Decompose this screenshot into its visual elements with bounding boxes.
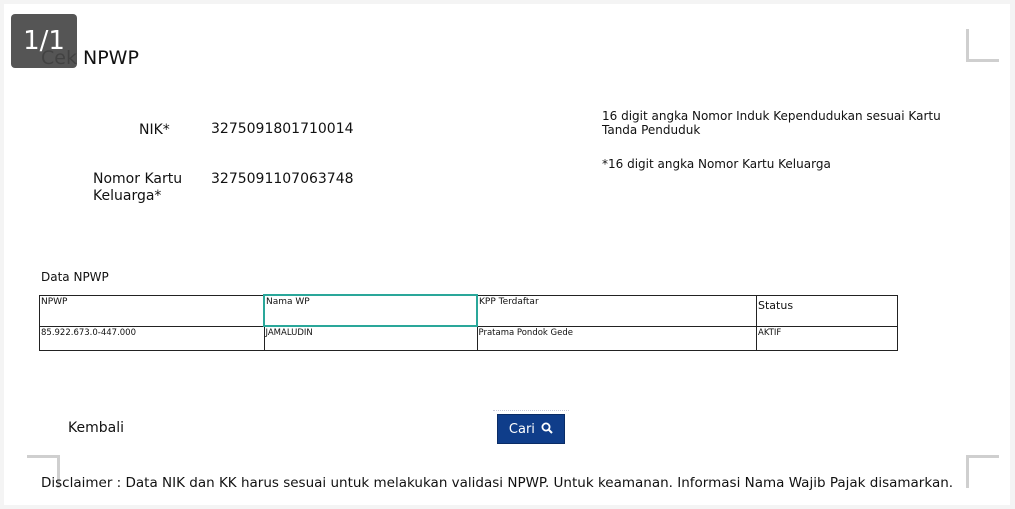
page-indicator: 1/1: [11, 14, 77, 68]
nik-hint: 16 digit angka Nomor Induk Kependudukan …: [602, 109, 941, 137]
cell-status: AKTIF: [756, 325, 898, 351]
cell-kpp: Pratama Pondok Gede: [476, 325, 757, 351]
column-header-npwp: NPWP: [39, 294, 265, 327]
result-section-label: Data NPWP: [41, 270, 109, 284]
table-header-row: NPWP Nama WP KPP Terdaftar Status: [39, 294, 898, 327]
column-header-kpp: KPP Terdaftar: [476, 294, 757, 327]
nik-field[interactable]: 3275091801710014: [211, 121, 354, 137]
kk-hint: *16 digit angka Nomor Kartu Keluarga: [602, 157, 831, 171]
column-header-nama-wp[interactable]: Nama WP: [263, 294, 478, 327]
nik-label: NIK*: [139, 122, 170, 138]
table-row: 85.922.673.0-447.000 JAMALUDIN Pratama P…: [39, 325, 898, 351]
kk-field[interactable]: 3275091107063748: [211, 171, 354, 187]
search-button[interactable]: Cari: [497, 414, 565, 444]
crop-corner-bottom-right: [966, 455, 999, 488]
disclaimer-text: Disclaimer : Data NIK dan KK harus sesua…: [41, 475, 954, 491]
cell-npwp: 85.922.673.0-447.000: [39, 325, 265, 351]
kk-label-line2: Keluarga*: [93, 188, 162, 204]
kk-label: Nomor Kartu Keluarga*: [93, 171, 182, 205]
crop-corner-top-right: [966, 29, 999, 62]
search-icon: [541, 416, 553, 434]
column-header-status: Status: [756, 294, 898, 327]
search-button-label: Cari: [508, 422, 535, 437]
back-link[interactable]: Kembali: [68, 420, 124, 436]
cell-nama-wp: JAMALUDIN: [263, 325, 478, 351]
npwp-result-table: NPWP Nama WP KPP Terdaftar Status 85.922…: [39, 294, 898, 351]
kk-label-line1: Nomor Kartu: [93, 171, 183, 187]
